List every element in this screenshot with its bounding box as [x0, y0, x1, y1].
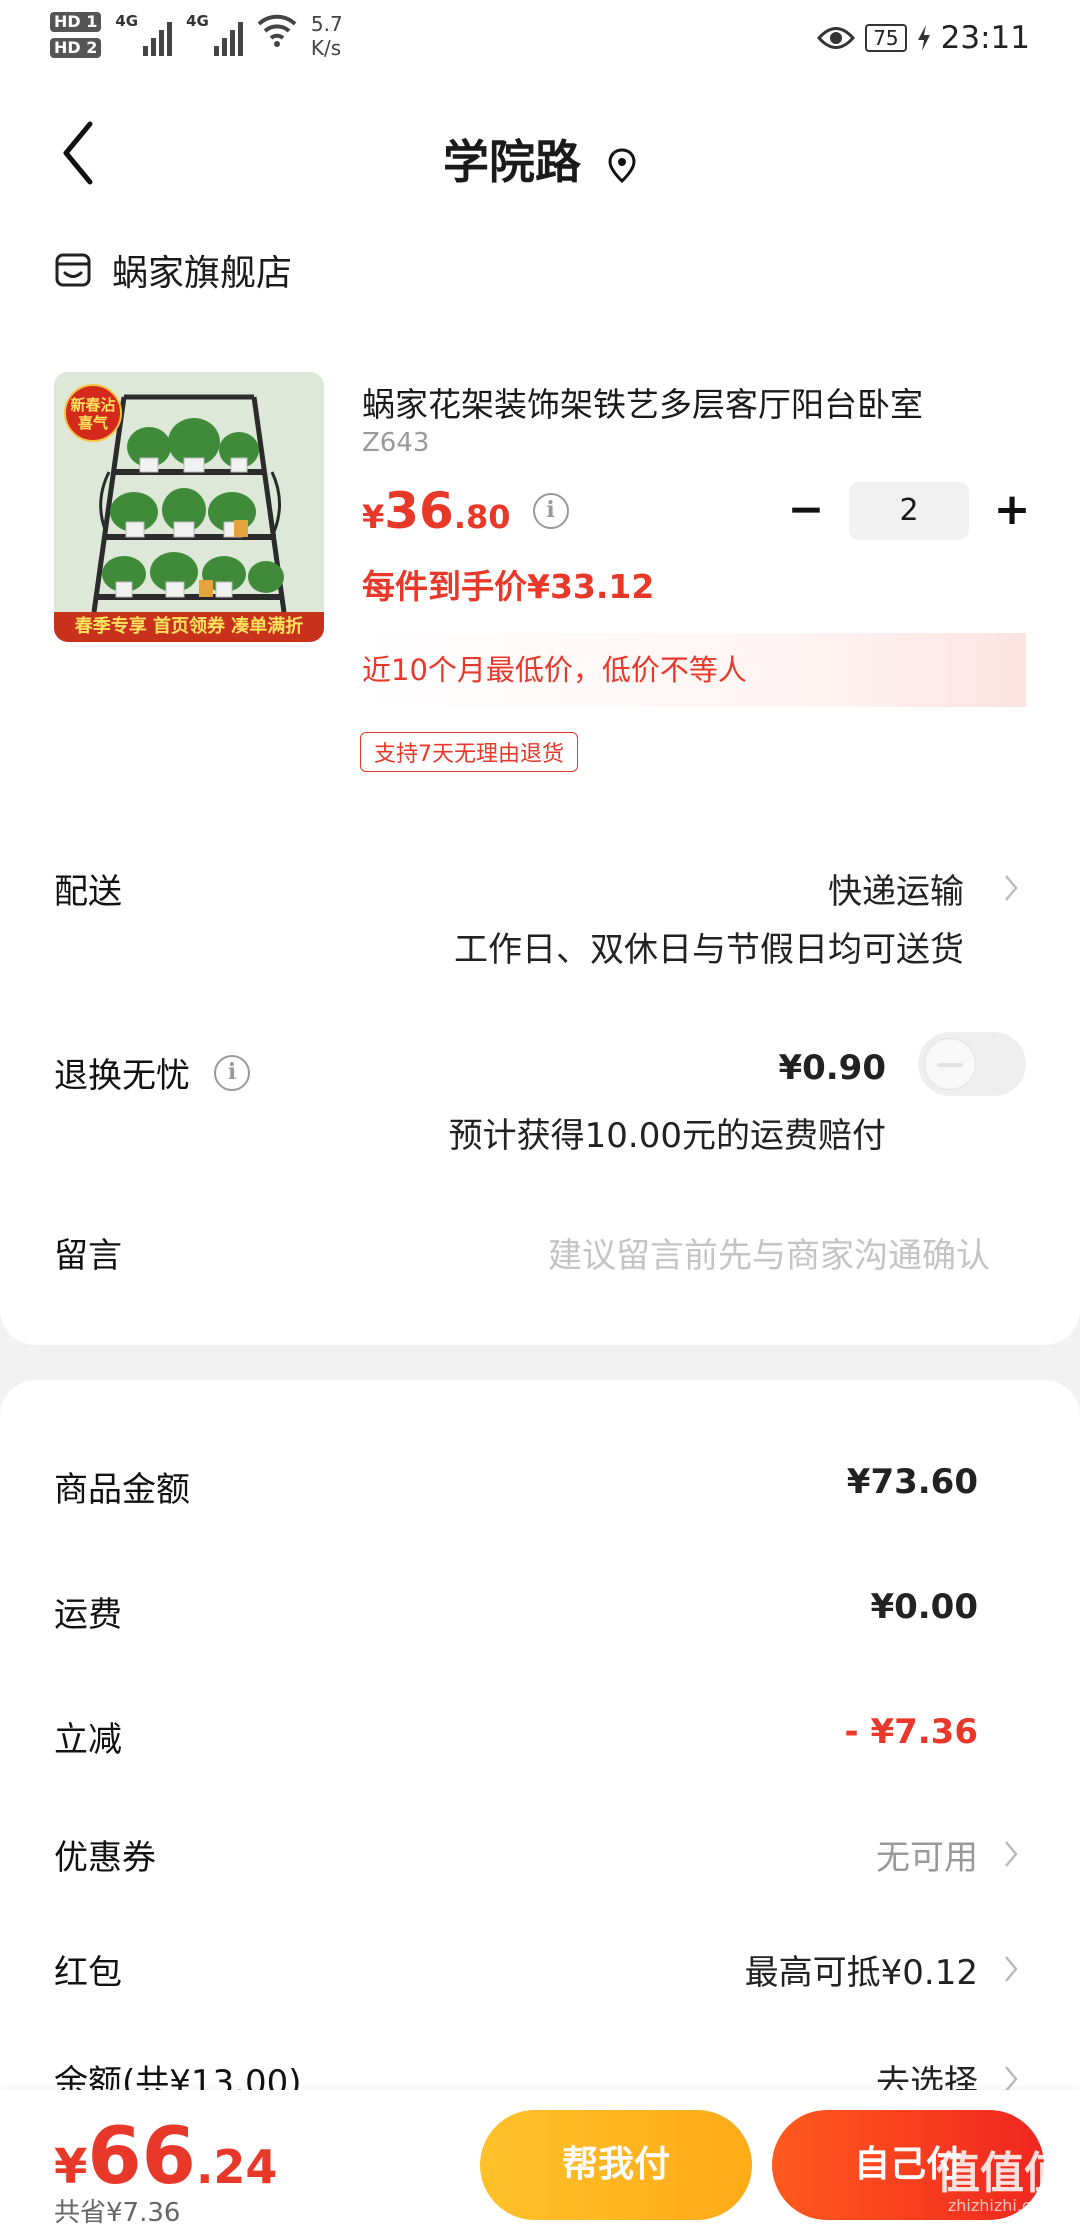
- message-input[interactable]: 建议留言前先与商家沟通确认: [548, 1228, 990, 1277]
- return-insurance-row: 退换无忧 i: [54, 1048, 250, 1097]
- help-pay-button[interactable]: 帮我付: [480, 2110, 752, 2220]
- promo-banner: 春季专享 首页领券 凑单满折: [54, 612, 324, 642]
- summary-value: - ¥7.36: [844, 1712, 979, 1752]
- toggle-knob: [924, 1038, 976, 1090]
- each-final-price: 每件到手价¥33.12: [362, 567, 655, 606]
- location-pin-icon: [608, 147, 636, 183]
- eye-icon: [817, 27, 856, 49]
- store-header[interactable]: 蜗家旗舰店: [54, 244, 292, 296]
- decrease-quantity-button[interactable]: −: [785, 488, 827, 532]
- product-title[interactable]: 蜗家花架装饰架铁艺多层客厅阳台卧室: [362, 378, 1022, 426]
- battery-level: 75: [865, 24, 907, 52]
- chevron-right-icon[interactable]: [1004, 874, 1018, 902]
- quantity-input[interactable]: 2: [849, 482, 969, 540]
- chevron-right-icon[interactable]: [1004, 1840, 1018, 1868]
- summary-label: 优惠券: [54, 1838, 156, 1878]
- return-insurance-info-icon[interactable]: i: [214, 1054, 250, 1091]
- summary-value[interactable]: 无可用: [876, 1830, 978, 1879]
- charging-icon: [917, 25, 930, 51]
- total-saved: 共省¥7.36: [54, 2198, 181, 2228]
- return-insurance-price: ¥0.90: [778, 1048, 886, 1088]
- summary-label: 商品金额: [54, 1470, 190, 1510]
- increase-quantity-button[interactable]: +: [991, 488, 1033, 532]
- network-speed: 5.7 K/s: [310, 12, 343, 60]
- return-policy-tag: 支持7天无理由退货: [360, 732, 578, 772]
- summary-label: 立减: [54, 1720, 122, 1760]
- signal-icon: 4G: [115, 12, 173, 56]
- wifi-icon: [257, 14, 297, 47]
- delivery-note: 工作日、双休日与节假日均可送货: [454, 930, 964, 970]
- total-price: ¥ 66 .24: [54, 2112, 278, 2202]
- quantity-stepper: − 2 +: [785, 482, 1033, 540]
- hd-badge-1: HD 1: [50, 12, 102, 32]
- page-title: 学院路: [443, 135, 581, 189]
- summary-value: ¥0.00: [870, 1587, 978, 1627]
- watermark-logo: 值值值 zhizhizhi.com: [936, 2148, 1068, 2216]
- promo-badge: 新春沾喜气: [64, 384, 122, 442]
- product-sku: Z643: [362, 428, 430, 458]
- status-bar: HD 1 HD 2 4G 4G 5.7 K/s 75 23:11: [0, 0, 1080, 80]
- summary-value: ¥73.60: [846, 1462, 978, 1502]
- delivery-label: 配送: [54, 872, 122, 912]
- summary-label: 红包: [54, 1953, 122, 1993]
- return-insurance-toggle[interactable]: [918, 1032, 1026, 1096]
- message-label: 留言: [54, 1236, 122, 1276]
- delivery-method[interactable]: 快递运输: [828, 864, 964, 913]
- product-image[interactable]: 新春沾喜气 春季专享 首页领券 凑单满折: [54, 372, 324, 642]
- summary-value[interactable]: 最高可抵¥0.12: [745, 1945, 978, 1994]
- signal-icon-2: 4G: [186, 12, 243, 56]
- store-icon: [55, 253, 91, 287]
- return-insurance-note: 预计获得10.00元的运费赔付: [448, 1116, 886, 1156]
- chevron-right-icon[interactable]: [1004, 1955, 1018, 1983]
- hd-badge-2: HD 2: [50, 38, 102, 58]
- clock: 23:11: [940, 20, 1030, 56]
- store-name: 蜗家旗舰店: [112, 253, 293, 294]
- product-price: ¥ 36 .80 i: [362, 482, 569, 540]
- price-info-icon[interactable]: i: [532, 493, 569, 529]
- chevron-right-icon[interactable]: [1004, 2065, 1018, 2093]
- lowest-price-note: 近10个月最低价，低价不等人: [362, 633, 1026, 707]
- address-title[interactable]: 学院路: [0, 126, 1080, 192]
- summary-label: 运费: [54, 1595, 122, 1635]
- return-insurance-label: 退换无忧: [54, 1056, 190, 1096]
